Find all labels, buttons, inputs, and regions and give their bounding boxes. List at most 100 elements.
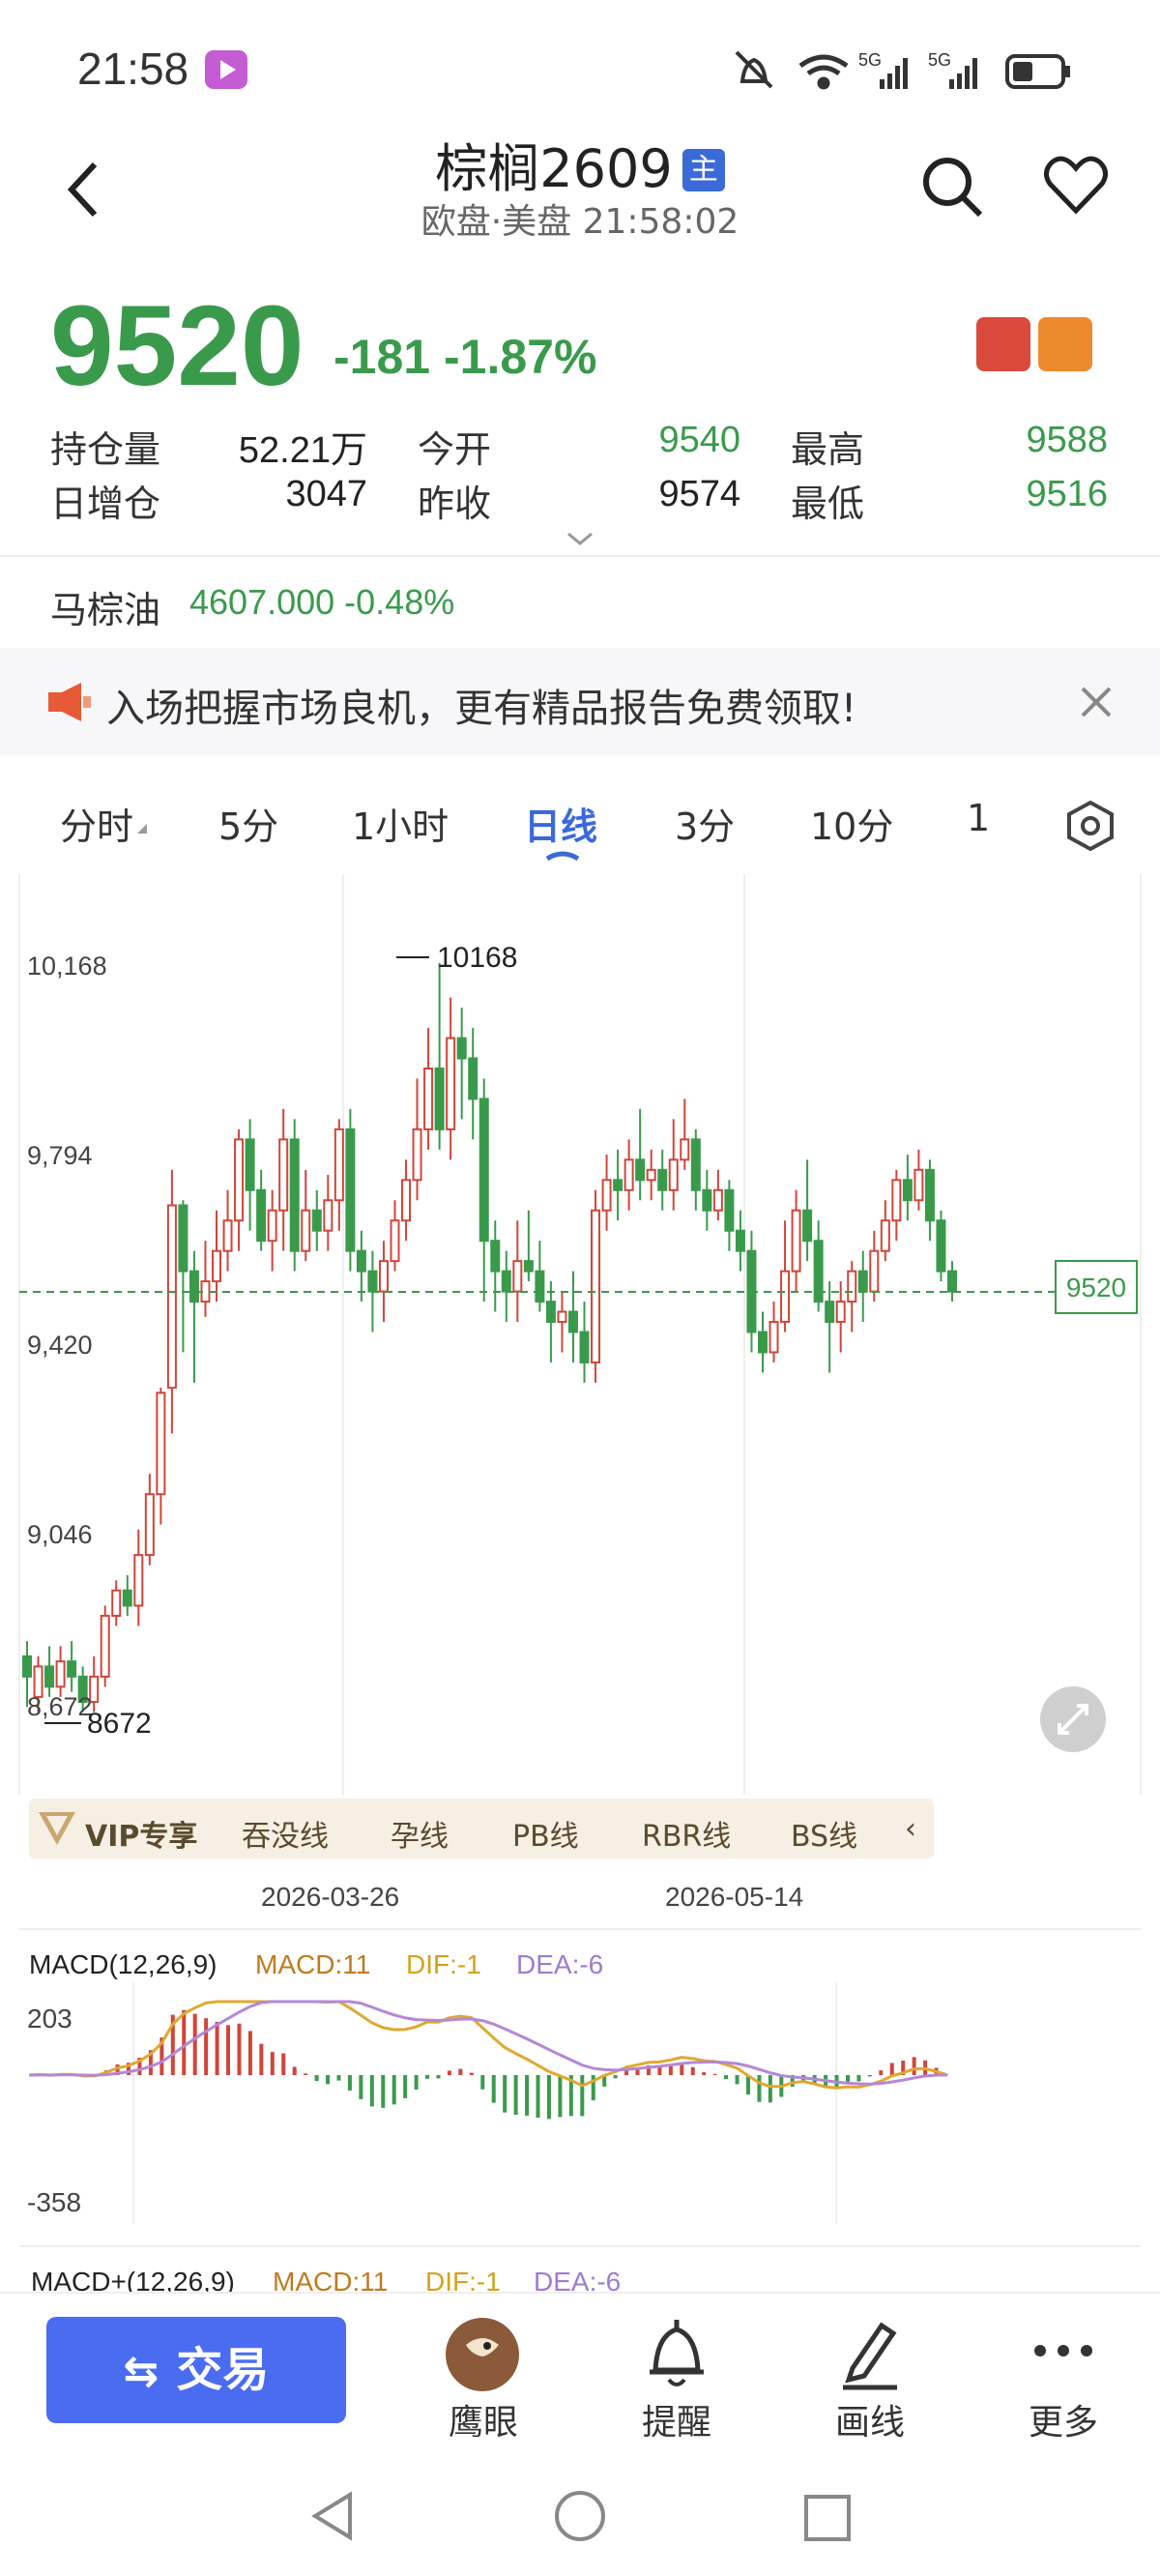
candle (646, 1149, 656, 1201)
candle (423, 1028, 434, 1150)
tab-intraday[interactable]: 分时 (60, 797, 133, 850)
candle (434, 963, 445, 1150)
draw-line-label[interactable]: 画线 (802, 2394, 938, 2444)
candle (345, 1108, 356, 1272)
expand-chevron-icon[interactable] (565, 530, 595, 547)
vip-crown-icon (39, 1812, 75, 1845)
tab-1hour[interactable]: 1小时 (352, 797, 449, 850)
candle (668, 1119, 679, 1211)
draw-line-icon[interactable] (835, 2316, 905, 2393)
settings-hex-icon[interactable] (1063, 799, 1117, 853)
reminder-label[interactable]: 提醒 (609, 2394, 744, 2444)
tab-more-periods[interactable]: 1 (967, 797, 990, 839)
banner-text: 入场把握市场良机，更有精品报告免费领取! (106, 687, 857, 731)
search-icon[interactable] (918, 153, 986, 220)
candle (289, 1119, 300, 1272)
candle (702, 1169, 712, 1231)
stat-value: 3047 (285, 474, 367, 514)
more-label[interactable]: 更多 (996, 2394, 1131, 2444)
more-dots-icon[interactable] (1029, 2316, 1098, 2393)
tab-5min[interactable]: 5分 (218, 797, 278, 850)
divider (0, 555, 1160, 557)
status-icons: 5G 5G (735, 50, 1070, 90)
candle (813, 1220, 824, 1312)
vip-item-bs[interactable]: BS线 (791, 1812, 857, 1855)
candle (680, 1098, 690, 1170)
candle (624, 1139, 634, 1211)
favorite-heart-icon[interactable] (1042, 155, 1110, 217)
divider (19, 1928, 1141, 1930)
candle (245, 1119, 255, 1231)
y-tick-label: 8,672 (27, 1692, 93, 1721)
stat-value: 9588 (1026, 420, 1108, 460)
vip-item-engulfing[interactable]: 吞没线 (242, 1812, 329, 1855)
candle (914, 1149, 924, 1211)
vip-item-rbr[interactable]: RBR线 (642, 1812, 731, 1855)
candle (947, 1261, 957, 1303)
main-contract-badge: 主 (682, 149, 725, 191)
candle (657, 1149, 668, 1211)
candle (825, 1281, 835, 1373)
candle (468, 1028, 478, 1140)
stat-value: 9540 (658, 420, 740, 460)
stat-label: 今开 (418, 428, 492, 471)
trade-button[interactable]: ⇆ 交易 (46, 2317, 346, 2423)
news-icon[interactable] (976, 317, 1030, 371)
mute-bell-icon (735, 50, 773, 89)
candle (512, 1220, 523, 1323)
close-icon[interactable] (1079, 685, 1114, 719)
svg-text:5G: 5G (858, 50, 882, 70)
candle (802, 1159, 813, 1262)
candle (222, 1189, 233, 1272)
speaker-icon (48, 683, 91, 721)
y-tick-label: 9,046 (27, 1520, 93, 1549)
tab-3min[interactable]: 3分 (675, 797, 735, 850)
eagle-eye-label[interactable]: 鹰眼 (416, 2394, 551, 2444)
y-tick-label: 10,168 (27, 951, 107, 981)
signal-icon-2 (949, 58, 977, 89)
candle (100, 1605, 110, 1687)
candlestick-chart[interactable]: 10,168 9,794 9,420 9,046 8,672 10168 8672 95… (0, 870, 1160, 1799)
candle (891, 1169, 902, 1242)
candle (768, 1302, 779, 1362)
candle (378, 1241, 389, 1323)
stat-label: 最高 (791, 428, 865, 471)
last-price: 9520 (50, 282, 304, 410)
tab-daily[interactable]: 日线 (524, 797, 597, 850)
stat-label: 最低 (791, 483, 865, 525)
nav-recents-icon[interactable] (800, 2491, 855, 2545)
nav-home-icon[interactable] (553, 2489, 607, 2543)
candle (256, 1169, 267, 1251)
tab-10min[interactable]: 10分 (810, 797, 893, 850)
related-name: 马棕油 (50, 589, 161, 631)
high-marker-label: 10168 (437, 942, 517, 974)
eagle-eye-icon[interactable] (443, 2316, 522, 2393)
candle (791, 1189, 801, 1292)
macd-chart[interactable] (19, 1982, 1141, 2224)
dea-line (28, 2000, 948, 2086)
stat-label: 日增仓 (50, 483, 161, 525)
candle (601, 1155, 612, 1231)
signal-icon-1 (880, 58, 908, 89)
candle (234, 1128, 245, 1251)
candle (523, 1210, 534, 1282)
status-time: 21:58 (77, 44, 189, 94)
related-value: 4607.000 -0.48% (189, 582, 455, 622)
last-price-tag-label: 9520 (1066, 1273, 1126, 1303)
candle (712, 1169, 723, 1221)
vip-item-pb[interactable]: PB线 (512, 1812, 579, 1855)
candle (902, 1155, 913, 1221)
high-marker: 10168 (396, 942, 517, 974)
y-tick-label: 9,420 (27, 1331, 93, 1360)
money-icon[interactable] (1038, 317, 1092, 371)
candle (501, 1250, 511, 1323)
candle (724, 1180, 735, 1251)
low-marker-label: 8672 (87, 1708, 152, 1740)
vip-collapse-icon[interactable]: ‹ (905, 1812, 916, 1846)
nav-back-icon[interactable] (305, 2489, 360, 2543)
candle (847, 1261, 857, 1332)
vip-item-harami[interactable]: 孕线 (391, 1812, 449, 1855)
candle (212, 1210, 222, 1303)
candle (880, 1200, 890, 1262)
bell-reminder-icon[interactable] (642, 2316, 711, 2393)
